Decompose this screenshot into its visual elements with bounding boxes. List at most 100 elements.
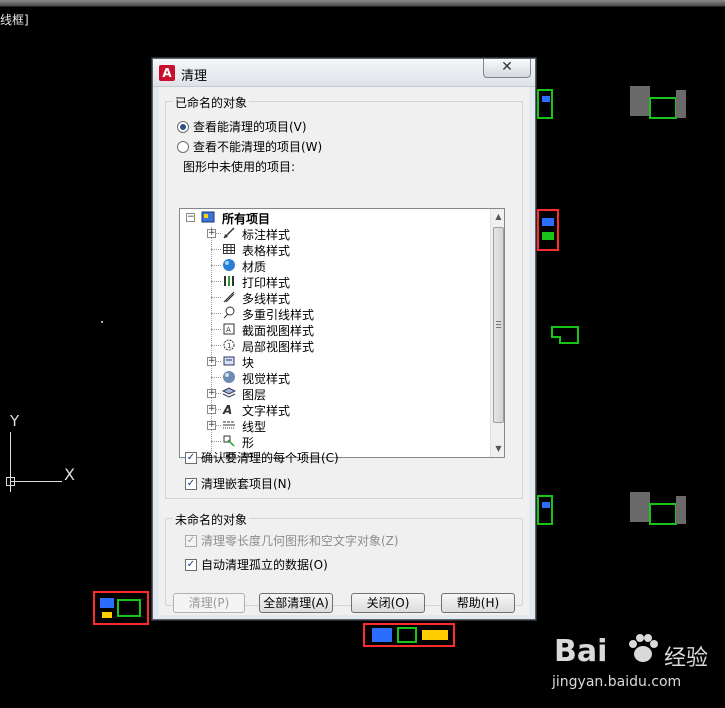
- multiline-style-icon: [223, 291, 235, 303]
- svg-text:A: A: [226, 326, 231, 334]
- plot-style-icon: [224, 276, 234, 286]
- expand-icon[interactable]: +: [207, 405, 216, 414]
- checkbox-checked-disabled-icon: ✓: [185, 534, 197, 547]
- tree-item[interactable]: + 标注样式: [180, 225, 480, 242]
- unused-items-tree[interactable]: − 所有项目 + 标注样式 表格样式 材质 打印样式 多线样式 多重引线样式 A 截面视图样式 1…: [179, 208, 505, 458]
- watermark-brand-left: Bai: [554, 634, 608, 669]
- tree-connector: [211, 265, 221, 266]
- check-zero-length-label: 清理零长度几何图形和空文字对象(Z): [201, 534, 399, 548]
- mleader-style-icon: [223, 306, 235, 319]
- check-confirm-label: 确认要清理的每个项目(C): [201, 451, 339, 465]
- scroll-up-arrow-icon[interactable]: ▲: [491, 209, 504, 224]
- collapse-icon[interactable]: −: [186, 213, 195, 222]
- text-style-icon: A: [222, 403, 232, 416]
- tree-item[interactable]: 多重引线样式: [180, 305, 480, 322]
- tree-item[interactable]: + A 文字样式: [180, 401, 480, 418]
- ucs-x-label: X: [64, 465, 75, 484]
- drawing-fragment-7: [93, 591, 149, 625]
- expand-icon[interactable]: +: [207, 421, 216, 430]
- tree-connector: [211, 313, 221, 314]
- radio-view-unpurgeable[interactable]: 查看不能清理的项目(W): [177, 138, 322, 155]
- table-style-icon: [223, 244, 235, 254]
- tree-item[interactable]: 视觉样式: [180, 369, 480, 386]
- visual-style-icon: [223, 371, 235, 383]
- application-top-strip: [0, 0, 725, 7]
- svg-text:1: 1: [227, 342, 231, 350]
- watermark-brand-right: 经验: [664, 646, 709, 671]
- drawing-point: [101, 321, 103, 323]
- grip-icon: [496, 321, 501, 328]
- check-orphan-label: 自动清理孤立的数据(O): [201, 558, 328, 572]
- drawing-fragment-1: [537, 89, 553, 119]
- watermark-url: jingyan.baidu.com: [552, 674, 682, 690]
- radio-view-unpurgeable-label: 查看不能清理的项目(W): [193, 140, 323, 154]
- scroll-thumb[interactable]: [493, 227, 504, 423]
- tree-connector: [211, 329, 221, 330]
- layer-icon: [222, 387, 236, 398]
- named-objects-title: 已命名的对象: [173, 94, 250, 111]
- checkbox-checked-icon[interactable]: ✓: [185, 477, 197, 490]
- check-confirm-each[interactable]: ✓ 确认要清理的每个项目(C): [185, 449, 339, 466]
- check-nested-label: 清理嵌套项目(N): [201, 477, 292, 491]
- tree-item[interactable]: 材质: [180, 257, 480, 274]
- radio-selected-icon[interactable]: [177, 120, 189, 133]
- tree-item[interactable]: 形: [180, 433, 480, 450]
- checkbox-checked-icon[interactable]: ✓: [185, 558, 197, 571]
- autocad-logo-icon: A: [159, 65, 175, 81]
- tree-item[interactable]: A 截面视图样式: [180, 321, 480, 338]
- purge-all-button[interactable]: 全部清理(A): [259, 593, 333, 613]
- close-button[interactable]: ✕: [483, 59, 531, 78]
- tree-caption: 图形中未使用的项目:: [183, 160, 296, 174]
- tree-item[interactable]: 1 局部视图样式: [180, 337, 480, 354]
- check-zero-length: ✓ 清理零长度几何图形和空文字对象(Z): [185, 532, 399, 549]
- drawing-fragment-2: [630, 86, 686, 119]
- tree-connector: [211, 297, 221, 298]
- checkbox-checked-icon[interactable]: ✓: [185, 451, 197, 464]
- radio-view-purgeable[interactable]: 查看能清理的项目(V): [177, 118, 307, 135]
- block-icon: [223, 356, 235, 366]
- check-orphan-data[interactable]: ✓ 自动清理孤立的数据(O): [185, 556, 328, 573]
- radio-view-purgeable-label: 查看能清理的项目(V): [193, 120, 307, 134]
- dialog-body: 已命名的对象 查看能清理的项目(V) 查看不能清理的项目(W) 图形中未使用的项…: [159, 87, 529, 615]
- help-button[interactable]: 帮助(H): [441, 593, 515, 613]
- svg-text:A: A: [222, 403, 232, 416]
- tree-scrollbar[interactable]: ▲ ▼: [490, 209, 504, 457]
- tree-connector: [211, 345, 221, 346]
- expand-icon[interactable]: +: [207, 229, 216, 238]
- tree-connector: [211, 249, 221, 250]
- drawing-fragment-3: [537, 209, 559, 251]
- drawing-fragment-6: [630, 492, 686, 525]
- tree-root-all-items[interactable]: − 所有项目: [180, 209, 480, 226]
- dimension-style-icon: [223, 227, 235, 239]
- dialog-titlebar[interactable]: A 清理 ✕: [153, 59, 535, 87]
- purge-dialog: A 清理 ✕ 已命名的对象 查看能清理的项目(V) 查看不能清理的项目(W) 图…: [152, 58, 536, 620]
- tree-connector: [211, 377, 221, 378]
- tree-item[interactable]: + 线型: [180, 417, 480, 434]
- unnamed-objects-title: 未命名的对象: [173, 511, 250, 528]
- drawing-fragment-4: [551, 326, 579, 344]
- drawing-fragment-5: [537, 495, 553, 525]
- tree-item[interactable]: + 图层: [180, 385, 480, 402]
- tree-item[interactable]: + 块: [180, 353, 480, 370]
- tree-item[interactable]: 打印样式: [180, 273, 480, 290]
- material-sphere-icon: [223, 259, 235, 271]
- expand-icon[interactable]: +: [207, 389, 216, 398]
- close-dialog-button[interactable]: 关闭(O): [351, 593, 425, 613]
- ucs-y-label: Y: [10, 412, 20, 430]
- tree-connector: [211, 441, 221, 442]
- linetype-icon: [223, 421, 235, 429]
- all-items-icon: [201, 211, 215, 223]
- drawing-fragment-8: [363, 623, 455, 647]
- tree-item[interactable]: 表格样式: [180, 241, 480, 258]
- expand-icon[interactable]: +: [207, 357, 216, 366]
- radio-unselected-icon[interactable]: [177, 140, 189, 153]
- purge-button: 清理(P): [173, 593, 245, 613]
- tree-connector: [211, 281, 221, 282]
- ucs-icon: Y X: [0, 410, 90, 500]
- check-purge-nested[interactable]: ✓ 清理嵌套项目(N): [185, 475, 291, 492]
- tree-item[interactable]: 多线样式: [180, 289, 480, 306]
- scroll-down-arrow-icon[interactable]: ▼: [491, 441, 504, 456]
- section-view-style-icon: A: [223, 323, 235, 335]
- viewport-visual-style-label[interactable]: 线框]: [0, 11, 29, 28]
- baidu-jingyan-watermark: Bai 经验 jingyan.baidu.com: [552, 628, 722, 700]
